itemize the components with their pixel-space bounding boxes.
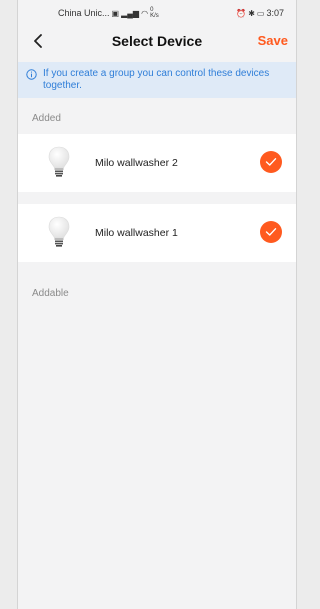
- info-banner: If you create a group you can control th…: [18, 62, 296, 98]
- selected-check[interactable]: [260, 151, 282, 173]
- device-row[interactable]: Milo wallwasher 1: [18, 204, 296, 262]
- info-icon: [26, 69, 37, 80]
- status-right: ⏰ ✱ ▭ 3:07: [236, 8, 284, 18]
- nav-bar: Select Device Save: [18, 26, 296, 56]
- light-bulb-icon: [48, 216, 70, 247]
- save-button[interactable]: Save: [258, 33, 288, 48]
- checkmark-icon: [265, 228, 277, 236]
- section-added-label: Added: [32, 113, 61, 124]
- phone-screen: China Unic... ▣ ▂▄▆ ◠ 0 K/s ⏰ ✱ ▭ 3:07 S…: [17, 0, 297, 609]
- chevron-left-icon: [34, 34, 42, 48]
- wifi-icon: ◠: [141, 8, 149, 18]
- network-speed-unit: K/s: [150, 13, 159, 19]
- selected-check[interactable]: [260, 221, 282, 243]
- carrier-name: China Unic...: [58, 8, 110, 18]
- device-name: Milo wallwasher 1: [95, 227, 178, 239]
- clock: 3:07: [266, 8, 284, 18]
- light-bulb-icon: [48, 146, 70, 177]
- back-button[interactable]: [28, 31, 48, 51]
- alarm-icon: ⏰: [236, 8, 247, 18]
- device-row[interactable]: Milo wallwasher 2: [18, 134, 296, 192]
- device-name: Milo wallwasher 2: [95, 157, 178, 169]
- battery-icon: ▭: [256, 8, 265, 18]
- status-bar: China Unic... ▣ ▂▄▆ ◠ 0 K/s ⏰ ✱ ▭ 3:07: [18, 0, 296, 26]
- signal-icon: ▂▄▆: [121, 8, 140, 18]
- checkmark-icon: [265, 158, 277, 166]
- page-title: Select Device: [111, 33, 203, 49]
- info-banner-text: If you create a group you can control th…: [43, 68, 270, 91]
- section-addable-label: Addable: [32, 288, 69, 299]
- added-device-list: Milo wallwasher 2 Milo wallwasher 1: [18, 134, 296, 262]
- network-speed: 0 K/s: [150, 7, 159, 19]
- status-left: China Unic... ▣ ▂▄▆ ◠ 0 K/s: [58, 7, 159, 19]
- bluetooth-icon: ✱: [248, 8, 255, 18]
- sim-icon: ▣: [111, 8, 120, 18]
